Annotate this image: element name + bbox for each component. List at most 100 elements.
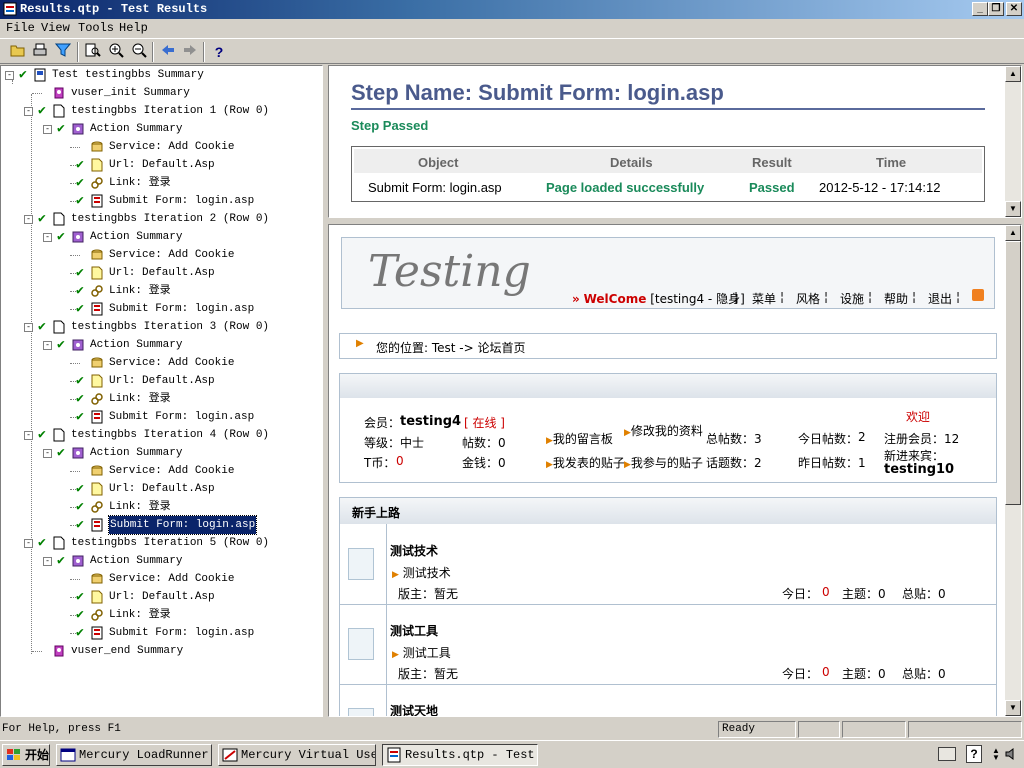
results-tree[interactable]: - ✔ Test testingbbs Summary vuser_init Summ… (0, 65, 323, 717)
tree-item-iteration-1[interactable]: - ✔ testingbbs Iteration 1 (Row 0) (1, 102, 321, 120)
forum-title[interactable]: 测试技术 (390, 542, 438, 559)
joined-posts-link[interactable]: ▶我参与的贴子 (624, 454, 703, 471)
tree-item-service-add-cookie[interactable]: Service: Add Cookie (1, 570, 321, 588)
vertical-scrollbar[interactable]: ▲ ▼ (1005, 66, 1021, 217)
tree-item-action-summary[interactable]: - ✔ Action Summary (1, 552, 321, 570)
volume-icon[interactable] (1004, 746, 1020, 762)
tree-item-vuser-end[interactable]: vuser_end Summary (1, 642, 321, 660)
tree-item-vuser-init[interactable]: vuser_init Summary (1, 84, 321, 102)
passed-check-icon: ✔ (38, 427, 46, 442)
collapse-toggle[interactable]: - (43, 557, 52, 566)
tree-item-label: vuser_init Summary (71, 87, 190, 99)
menu-tools[interactable]: Tools (78, 21, 114, 35)
vertical-scrollbar[interactable]: ▲ ▼ (1005, 225, 1021, 716)
tree-item-submit-form[interactable]: ✔ Submit Form: login.asp (1, 515, 321, 535)
member-name[interactable]: testing4 (400, 414, 461, 429)
minimize-button[interactable]: _ (972, 2, 988, 16)
collapse-toggle[interactable]: - (24, 539, 33, 548)
tree-item-link[interactable]: ✔ Link: 登录 (1, 498, 321, 516)
tree-root[interactable]: - ✔ Test testingbbs Summary (1, 66, 321, 84)
tree-item-service-add-cookie[interactable]: Service: Add Cookie (1, 138, 321, 156)
tree-item-link[interactable]: ✔ Link: 登录 (1, 282, 321, 300)
close-button[interactable]: ✕ (1006, 2, 1022, 16)
tree-item-iteration-2[interactable]: - ✔ testingbbs Iteration 2 (Row 0) (1, 210, 321, 228)
tree-item-url[interactable]: ✔ Url: Default.Asp (1, 588, 321, 606)
zoom-out-icon[interactable] (129, 42, 149, 62)
link-icon (90, 608, 104, 622)
modify-profile-link[interactable]: ▶修改我的资料 (624, 422, 703, 439)
collapse-toggle[interactable]: - (43, 233, 52, 242)
tree-item-iteration-4[interactable]: - ✔ testingbbs Iteration 4 (Row 0) (1, 426, 321, 444)
subforum-link[interactable]: ▶ 测试工具 (392, 644, 451, 661)
collapse-toggle[interactable]: - (24, 323, 33, 332)
collapse-toggle[interactable]: - (24, 107, 33, 116)
nav-link-menu[interactable]: 菜单 (752, 290, 776, 307)
tree-item-submit-form[interactable]: ✔ Submit Form: login.asp (1, 408, 321, 426)
tree-item-url[interactable]: ✔ Url: Default.Asp (1, 264, 321, 282)
filter-icon[interactable] (53, 42, 73, 62)
tree-item-iteration-5[interactable]: - ✔ testingbbs Iteration 5 (Row 0) (1, 534, 321, 552)
tree-item-submit-form[interactable]: ✔ Submit Form: login.asp (1, 300, 321, 318)
table-cell-object: Submit Form: login.asp (368, 180, 502, 195)
rss-icon[interactable] (972, 289, 984, 301)
yesterday-posts: 昨日帖数：1 (798, 456, 866, 470)
scroll-down-button[interactable]: ▼ (1005, 700, 1021, 716)
nav-link-help[interactable]: 帮助 (884, 290, 908, 307)
tree-item-iteration-3[interactable]: - ✔ testingbbs Iteration 3 (Row 0) (1, 318, 321, 336)
forum-title[interactable]: 测试工具 (390, 622, 438, 639)
scroll-thumb[interactable] (1005, 241, 1021, 505)
title-bar[interactable]: Results.qtp - Test Results _ ❐ ✕ (0, 0, 1024, 19)
my-posts-link[interactable]: ▶我发表的贴子 (546, 454, 625, 471)
tree-item-url[interactable]: ✔ Url: Default.Asp (1, 372, 321, 390)
nav-link-style[interactable]: 风格 (796, 290, 820, 307)
tree-item-service-add-cookie[interactable]: Service: Add Cookie (1, 246, 321, 264)
help-tray-icon[interactable]: ? (966, 745, 982, 763)
collapse-toggle[interactable]: - (43, 341, 52, 350)
find-icon[interactable] (83, 42, 103, 62)
restore-button[interactable]: ❐ (988, 2, 1004, 16)
print-icon[interactable] (30, 42, 50, 62)
tree-item-link[interactable]: ✔ Link: 登录 (1, 174, 321, 192)
forum-title[interactable]: 测试天地 (390, 702, 438, 716)
subforum-link[interactable]: ▶ 测试技术 (392, 564, 451, 581)
scroll-up-button[interactable]: ▲ (1005, 66, 1021, 82)
tree-item-service-add-cookie[interactable]: Service: Add Cookie (1, 462, 321, 480)
taskbar-item-results[interactable]: Results.qtp - Test ... (382, 744, 538, 766)
tree-item-service-add-cookie[interactable]: Service: Add Cookie (1, 354, 321, 372)
collapse-toggle[interactable]: - (24, 215, 33, 224)
tree-item-link[interactable]: ✔ Link: 登录 (1, 390, 321, 408)
collapse-toggle[interactable]: - (43, 449, 52, 458)
tree-item-submit-form[interactable]: ✔ Submit Form: login.asp (1, 624, 321, 642)
forward-arrow-icon[interactable] (180, 42, 200, 62)
open-icon[interactable] (8, 42, 28, 62)
nav-link-logout[interactable]: 退出 (928, 290, 952, 307)
tree-item-submit-form[interactable]: ✔ Submit Form: login.asp (1, 192, 321, 210)
collapse-toggle[interactable]: - (43, 125, 52, 134)
my-message-board-link[interactable]: ▶我的留言板 (546, 430, 613, 447)
taskbar-item-loadrunner[interactable]: Mercury LoadRunner 8.1 (56, 744, 212, 766)
help-icon[interactable]: ? (209, 42, 229, 62)
tree-item-action-summary[interactable]: - ✔ Action Summary (1, 444, 321, 462)
tree-item-action-summary[interactable]: - ✔ Action Summary (1, 228, 321, 246)
user-tag[interactable]: [testing4 - 隐身] (650, 292, 745, 306)
taskbar-item-vugen[interactable]: Mercury Virtual Use... (218, 744, 376, 766)
back-arrow-icon[interactable] (158, 42, 178, 62)
menu-file[interactable]: File (6, 21, 35, 35)
tree-item-link[interactable]: ✔ Link: 登录 (1, 606, 321, 624)
collapse-toggle[interactable]: - (5, 71, 14, 80)
scroll-up-button[interactable]: ▲ (1005, 225, 1021, 241)
tray-arrows-icon[interactable]: ▲ ▼ (992, 747, 1000, 762)
menu-view[interactable]: View (41, 21, 70, 35)
scroll-down-button[interactable]: ▼ (1005, 201, 1021, 217)
newcomer-name[interactable]: testing10 (884, 462, 954, 477)
keyboard-icon[interactable] (938, 747, 956, 761)
zoom-in-icon[interactable] (106, 42, 126, 62)
menu-help[interactable]: Help (119, 21, 148, 35)
tree-item-url[interactable]: ✔ Url: Default.Asp (1, 480, 321, 498)
tree-item-url[interactable]: ✔ Url: Default.Asp (1, 156, 321, 174)
start-button[interactable]: 开始 (2, 744, 50, 766)
tree-item-action-summary[interactable]: - ✔ Action Summary (1, 120, 321, 138)
collapse-toggle[interactable]: - (24, 431, 33, 440)
nav-link-settings[interactable]: 设施 (840, 290, 864, 307)
tree-item-action-summary[interactable]: - ✔ Action Summary (1, 336, 321, 354)
